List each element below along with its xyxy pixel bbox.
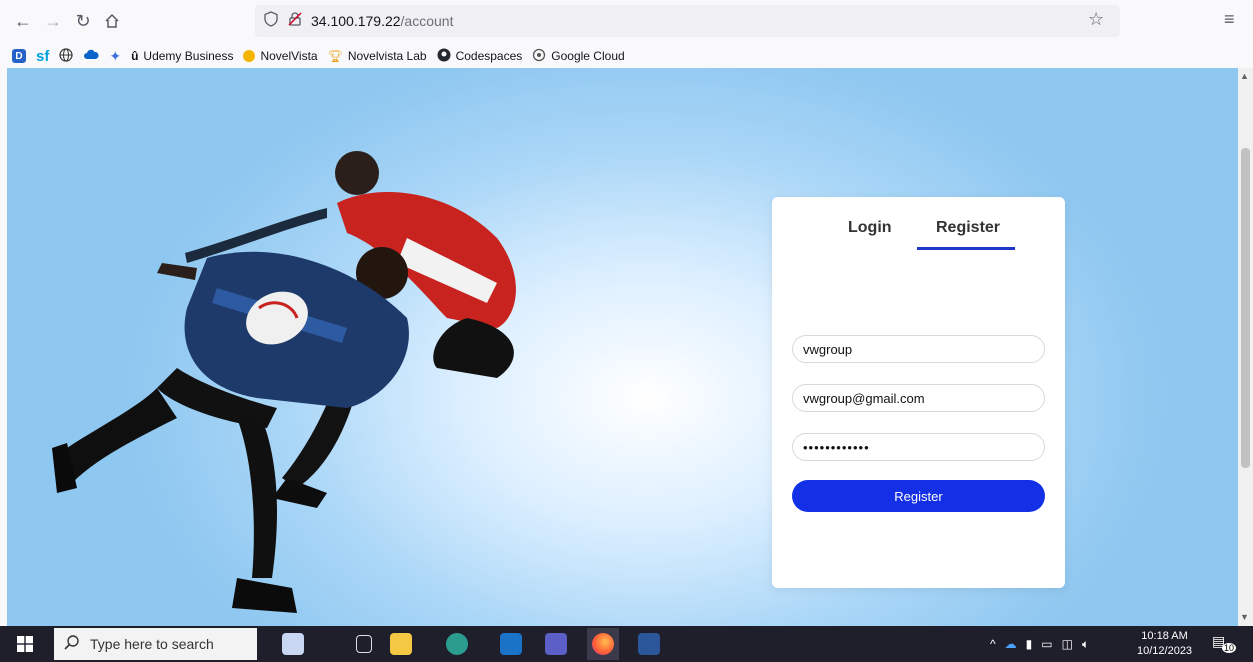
taskbar-clock[interactable]: 10:18 AM 10/12/2023 xyxy=(1137,629,1192,659)
cloud-icon[interactable] xyxy=(83,49,99,64)
hamburger-menu-icon[interactable]: ≡ xyxy=(1224,9,1235,30)
bookmark-novelvista-label: NovelVista xyxy=(260,49,318,63)
clock-time: 10:18 AM xyxy=(1141,630,1188,642)
notification-center[interactable]: ▤ 10 xyxy=(1212,633,1237,655)
system-tray: ^ ☁ ▮ ▭ ◫ 🔈︎ xyxy=(990,626,1089,662)
username-input[interactable] xyxy=(792,335,1045,363)
url-host: 34.100.179.22 xyxy=(311,13,401,29)
password-input[interactable] xyxy=(792,433,1045,461)
chevron-up-icon[interactable]: ^ xyxy=(990,637,996,651)
url-bar[interactable]: 34.100.179.22/account xyxy=(255,5,1120,37)
firefox-taskbar-active[interactable] xyxy=(587,628,619,660)
scroll-thumb[interactable] xyxy=(1241,148,1250,468)
back-icon[interactable]: ← xyxy=(10,8,36,34)
email-input[interactable] xyxy=(792,384,1045,412)
bookmark-novelvista[interactable]: NovelVista xyxy=(243,49,318,63)
globe-icon[interactable] xyxy=(59,47,73,65)
bookmark-novelvista-lab[interactable]: 🏆︎ Novelvista Lab xyxy=(328,49,427,63)
battery-icon[interactable]: ▭ xyxy=(1041,637,1052,651)
bookmarks-bar: D sf ✦ û Udemy Business NovelVista 🏆︎ No… xyxy=(0,44,1253,68)
bookmark-sf[interactable]: sf xyxy=(36,48,49,65)
bookmark-star-icon[interactable]: ☆ xyxy=(1088,9,1104,30)
search-placeholder: Type here to search xyxy=(90,636,214,652)
outlook-icon[interactable] xyxy=(500,633,522,655)
active-tab-indicator xyxy=(917,247,1015,250)
github-icon xyxy=(437,48,451,65)
page-content: Login Register Register xyxy=(7,68,1238,626)
auth-card: Login Register Register xyxy=(772,197,1065,588)
home-icon[interactable] xyxy=(99,8,125,34)
volume-icon[interactable]: 🔈︎ xyxy=(1082,637,1089,652)
tab-login[interactable]: Login xyxy=(848,219,892,237)
file-explorer-icon[interactable] xyxy=(390,633,412,655)
teams-icon[interactable] xyxy=(545,633,567,655)
tab-register[interactable]: Register xyxy=(936,219,1000,237)
bookmark-google-cloud[interactable]: Google Cloud xyxy=(532,48,625,65)
page-scrollbar[interactable]: ▲ ▼ xyxy=(1238,68,1253,626)
firefox-icon xyxy=(592,633,614,655)
trophy-icon: 🏆︎ xyxy=(327,49,343,63)
bookmark-udemy-business[interactable]: û Udemy Business xyxy=(131,49,233,63)
bookmark-app-icon[interactable]: D xyxy=(12,49,26,63)
google-cloud-icon xyxy=(532,48,546,65)
network-icon[interactable]: ◫ xyxy=(1062,637,1073,651)
onedrive-icon[interactable]: ☁ xyxy=(1005,637,1017,651)
register-button[interactable]: Register xyxy=(792,480,1045,512)
scroll-down-icon[interactable]: ▼ xyxy=(1240,612,1249,622)
bookmark-novelvista-lab-label: Novelvista Lab xyxy=(347,49,427,63)
bookmark-sf-label: sf xyxy=(36,47,50,65)
edge-icon[interactable] xyxy=(446,633,468,655)
windows-start-icon[interactable] xyxy=(6,626,44,662)
bookmark-udemy-label: Udemy Business xyxy=(143,49,234,63)
udemy-icon: û xyxy=(131,49,139,63)
scroll-up-icon[interactable]: ▲ xyxy=(1240,71,1249,81)
bookmark-google-cloud-label: Google Cloud xyxy=(551,49,625,63)
taskbar-search[interactable]: Type here to search xyxy=(54,628,257,660)
shield-icon xyxy=(263,10,279,32)
clock-date: 10/12/2023 xyxy=(1137,645,1193,657)
notification-count: 10 xyxy=(1222,643,1237,653)
insecure-lock-icon xyxy=(287,11,303,32)
bookmark-codespaces[interactable]: Codespaces xyxy=(437,48,523,65)
search-icon xyxy=(64,634,80,654)
rugby-players-image xyxy=(52,151,516,613)
novelvista-icon xyxy=(243,50,256,62)
url-path: /account xyxy=(400,13,454,29)
sparkle-icon[interactable]: ✦ xyxy=(109,48,121,65)
windows-taskbar: Type here to search ^ ☁ ▮ ▭ ◫ 🔈︎ 10:18 A… xyxy=(0,626,1253,662)
forward-icon[interactable]: → xyxy=(40,8,66,34)
word-icon[interactable] xyxy=(638,633,660,655)
browser-toolbar: ← → ↻ 34.100.179.22/account ☆ ≡ xyxy=(0,0,1253,42)
calendar-widget-icon[interactable] xyxy=(282,633,304,655)
bookmark-codespaces-label: Codespaces xyxy=(455,49,523,63)
reload-icon[interactable]: ↻ xyxy=(70,8,96,34)
usb-icon[interactable]: ▮ xyxy=(1026,637,1033,651)
url-text: 34.100.179.22/account xyxy=(311,13,453,29)
task-view-icon[interactable] xyxy=(356,635,372,653)
